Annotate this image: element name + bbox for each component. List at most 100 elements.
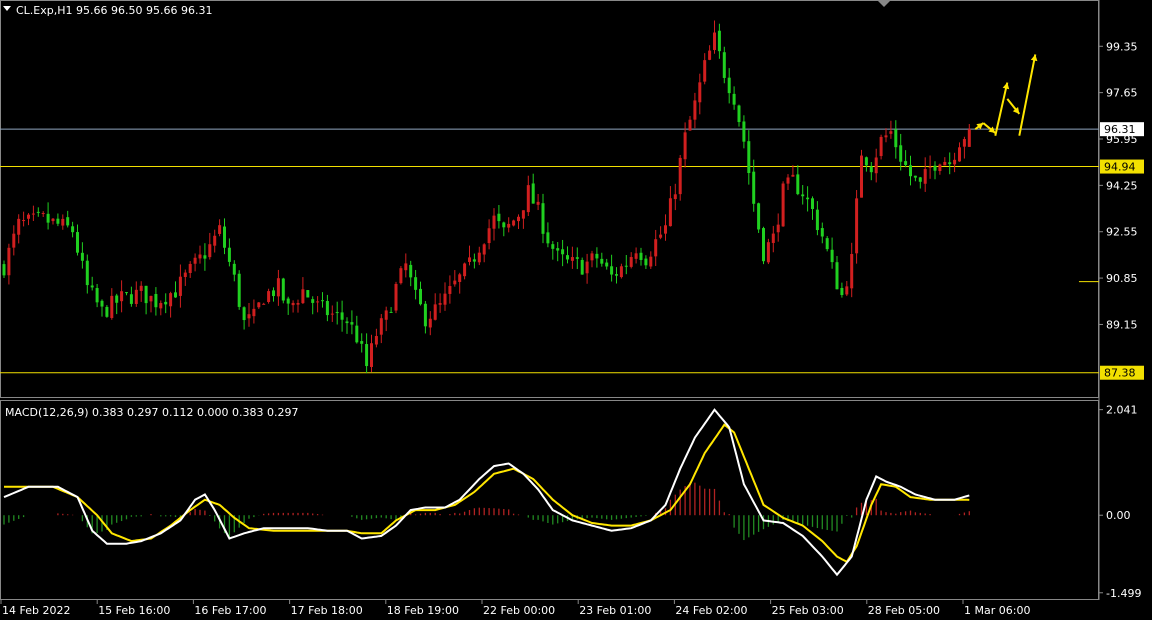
candle-body: [860, 155, 863, 198]
candle-body: [649, 256, 653, 267]
candle-body: [590, 253, 594, 261]
macd-histogram: [3, 482, 970, 541]
candle-body: [953, 159, 957, 165]
candle-body: [61, 218, 65, 226]
candle-body: [443, 293, 447, 305]
candle-body: [874, 157, 878, 174]
candle-body: [958, 147, 961, 162]
candle-body: [428, 318, 432, 328]
candle-body: [884, 135, 888, 138]
macd-main-line: [3, 408, 970, 577]
candle-body: [517, 216, 520, 222]
candle-body: [605, 262, 609, 267]
candle-body: [286, 298, 290, 304]
candle-body: [66, 217, 70, 226]
scroll-marker-icon[interactable]: [878, 1, 890, 7]
candle-body: [448, 286, 452, 294]
candle-body: [360, 341, 364, 344]
candle-body: [169, 293, 173, 307]
candle-body: [144, 285, 148, 304]
candle-body: [36, 211, 40, 213]
candle-body: [933, 165, 937, 171]
candle-body: [737, 105, 741, 123]
candle-body: [850, 254, 854, 289]
candle-body: [306, 290, 310, 298]
trading-chart[interactable]: 99.3597.6595.9594.2592.5590.8589.15 2.04…: [0, 0, 1152, 620]
candle-body: [325, 301, 329, 316]
candle-body: [771, 233, 775, 243]
candle-body: [76, 232, 79, 253]
symbol-dropdown-icon[interactable]: [3, 6, 11, 11]
candle-body: [766, 242, 770, 263]
candle-body: [683, 132, 687, 160]
candle-body: [80, 252, 84, 261]
candle-body: [262, 303, 266, 305]
candle-body: [174, 292, 177, 298]
candle-body: [218, 225, 222, 234]
candle-body: [615, 274, 618, 276]
candle-body: [943, 161, 947, 166]
candle-body: [340, 312, 344, 320]
candle-body: [370, 343, 373, 367]
candle-body: [796, 174, 800, 195]
macd-header: MACD(12,26,9) 0.383 0.297 0.112 0.000 0.…: [5, 406, 298, 419]
candle-body: [159, 303, 163, 309]
candle-body: [27, 214, 30, 219]
candle-body: [110, 295, 114, 318]
time-tick-label: 22 Feb 00:00: [483, 604, 555, 617]
candle-body: [776, 224, 780, 233]
candle-body: [409, 264, 413, 278]
candle-body: [864, 157, 868, 166]
candle-body: [531, 183, 535, 204]
candle-body: [453, 280, 457, 285]
candlestick-series: [2, 20, 971, 373]
price-tick-label: 92.55: [1106, 226, 1138, 239]
candle-body: [419, 288, 422, 305]
time-tick-label: 24 Feb 02:00: [675, 604, 747, 617]
level-tag-label: 96.31: [1104, 123, 1136, 136]
candle-body: [51, 218, 55, 222]
candle-body: [610, 266, 614, 275]
candle-body: [654, 239, 658, 257]
time-tick-label: 16 Feb 17:00: [194, 604, 266, 617]
candle-body: [183, 272, 187, 278]
candle-body: [134, 289, 138, 304]
candle-body: [825, 238, 829, 250]
candle-body: [727, 77, 731, 94]
candle-body: [31, 213, 35, 215]
candle-body: [477, 252, 481, 263]
candle-body: [497, 213, 501, 222]
candle-body: [561, 249, 565, 255]
candle-body: [668, 198, 672, 227]
candle-body: [414, 277, 418, 290]
candle-body: [855, 198, 859, 254]
candle-body: [2, 264, 6, 276]
candle-body: [345, 321, 349, 324]
candle-body: [374, 336, 378, 345]
candle-body: [502, 222, 506, 228]
candle-body: [164, 301, 168, 305]
candle-body: [472, 259, 476, 262]
candle-body: [909, 165, 912, 177]
candle-body: [203, 255, 207, 259]
time-tick-label: 17 Feb 18:00: [291, 604, 363, 617]
candle-body: [404, 263, 408, 271]
candle-body: [585, 261, 589, 274]
price-pane-frame: [0, 0, 1099, 398]
candle-body: [198, 254, 202, 259]
candle-body: [276, 278, 280, 297]
candle-body: [120, 291, 124, 302]
candle-body: [869, 166, 873, 173]
candle-body: [105, 306, 109, 317]
macd-tick-label: -1.499: [1106, 587, 1141, 600]
candle-body: [438, 303, 442, 305]
candle-body: [639, 252, 643, 260]
candle-body: [321, 300, 324, 302]
candle-body: [619, 266, 623, 278]
level-tag-label: 94.94: [1104, 161, 1136, 174]
candle-body: [267, 291, 271, 303]
candle-body: [115, 295, 119, 303]
candle-body: [551, 244, 555, 249]
candle-body: [272, 290, 275, 297]
price-tick-label: 99.35: [1106, 40, 1138, 53]
